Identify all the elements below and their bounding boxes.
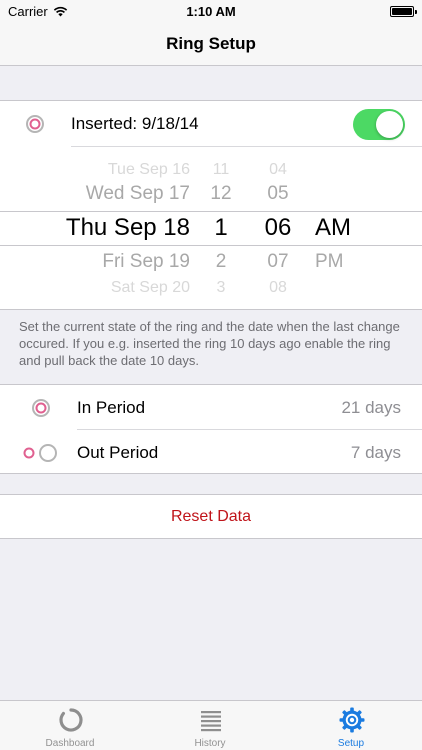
- reset-data-button[interactable]: Reset Data: [0, 494, 422, 539]
- picker-hour: 2: [215, 251, 227, 272]
- ring-in-icon: [31, 398, 51, 423]
- picker-minute: 04: [269, 161, 287, 178]
- help-text: Set the current state of the ring and th…: [19, 319, 400, 368]
- out-period-row[interactable]: Out Period 7 days: [0, 430, 422, 474]
- status-bar: Carrier 1:10 AM: [0, 0, 422, 22]
- toggle-knob: [376, 111, 403, 138]
- tab-setup[interactable]: Setup: [281, 701, 421, 750]
- tab-label: Setup: [337, 738, 365, 749]
- picker-row[interactable]: Fri Sep 19 2 07 PM: [0, 251, 422, 281]
- in-period-row[interactable]: In Period 21 days: [0, 385, 422, 429]
- inserted-row: Inserted: 9/18/14: [0, 101, 422, 147]
- navigation-bar: Ring Setup: [0, 22, 422, 66]
- picker-date: Fri Sep 19: [102, 251, 190, 272]
- tab-history[interactable]: History: [140, 701, 280, 750]
- out-period-label: Out Period: [77, 443, 159, 462]
- spinner-icon: [59, 708, 83, 732]
- picker-minute: 07: [267, 251, 289, 272]
- picker-date: Sat Sep 20: [110, 279, 190, 296]
- tab-label: History: [194, 738, 226, 749]
- picker-ampm: AM: [315, 214, 351, 241]
- date-time-picker[interactable]: Tue Sep 16 11 04 Wed Sep 17 12 05 Thu Se…: [0, 147, 422, 309]
- tab-bar: Dashboard History Setup: [0, 700, 422, 750]
- picker-date: Wed Sep 17: [85, 183, 190, 204]
- picker-hour: 12: [210, 183, 232, 204]
- picker-row-selected[interactable]: Thu Sep 18 1 06 AM: [0, 213, 422, 243]
- list-icon: [201, 711, 221, 732]
- ring-out-icon: [22, 443, 60, 468]
- picker-ampm: PM: [315, 251, 344, 272]
- in-period-label: In Period: [77, 398, 146, 417]
- battery-icon: [390, 6, 417, 17]
- page-title: Ring Setup: [166, 33, 256, 53]
- picker-date: Thu Sep 18: [65, 214, 190, 241]
- period-section: In Period 21 days Out Period 7 days: [0, 384, 422, 474]
- picker-hour: 11: [212, 161, 230, 178]
- tab-dashboard[interactable]: Dashboard: [0, 701, 140, 750]
- picker-row[interactable]: Wed Sep 17 12 05: [0, 183, 422, 213]
- inserted-toggle[interactable]: [353, 109, 405, 140]
- ring-icon: [25, 114, 45, 139]
- picker-minute: 06: [264, 214, 292, 241]
- picker-selection-bottom-line: [0, 245, 422, 246]
- in-period-value: 21 days: [341, 398, 401, 417]
- picker-date: Tue Sep 16: [107, 161, 190, 178]
- inserted-label: Inserted: 9/18/14: [71, 114, 199, 133]
- out-period-value: 7 days: [350, 443, 401, 462]
- picker-minute: 05: [267, 183, 289, 204]
- picker-row[interactable]: Sat Sep 20 3 08: [0, 279, 422, 309]
- picker-hour: 1: [214, 214, 228, 241]
- status-time: 1:10 AM: [186, 4, 236, 19]
- gear-icon: [339, 707, 365, 733]
- reset-data-label: Reset Data: [170, 507, 252, 525]
- picker-hour: 3: [216, 279, 226, 296]
- tab-label: Dashboard: [45, 738, 95, 749]
- ring-state-section: Inserted: 9/18/14 Tue Sep 16 11 04 Wed S…: [0, 100, 422, 310]
- picker-minute: 08: [269, 279, 287, 296]
